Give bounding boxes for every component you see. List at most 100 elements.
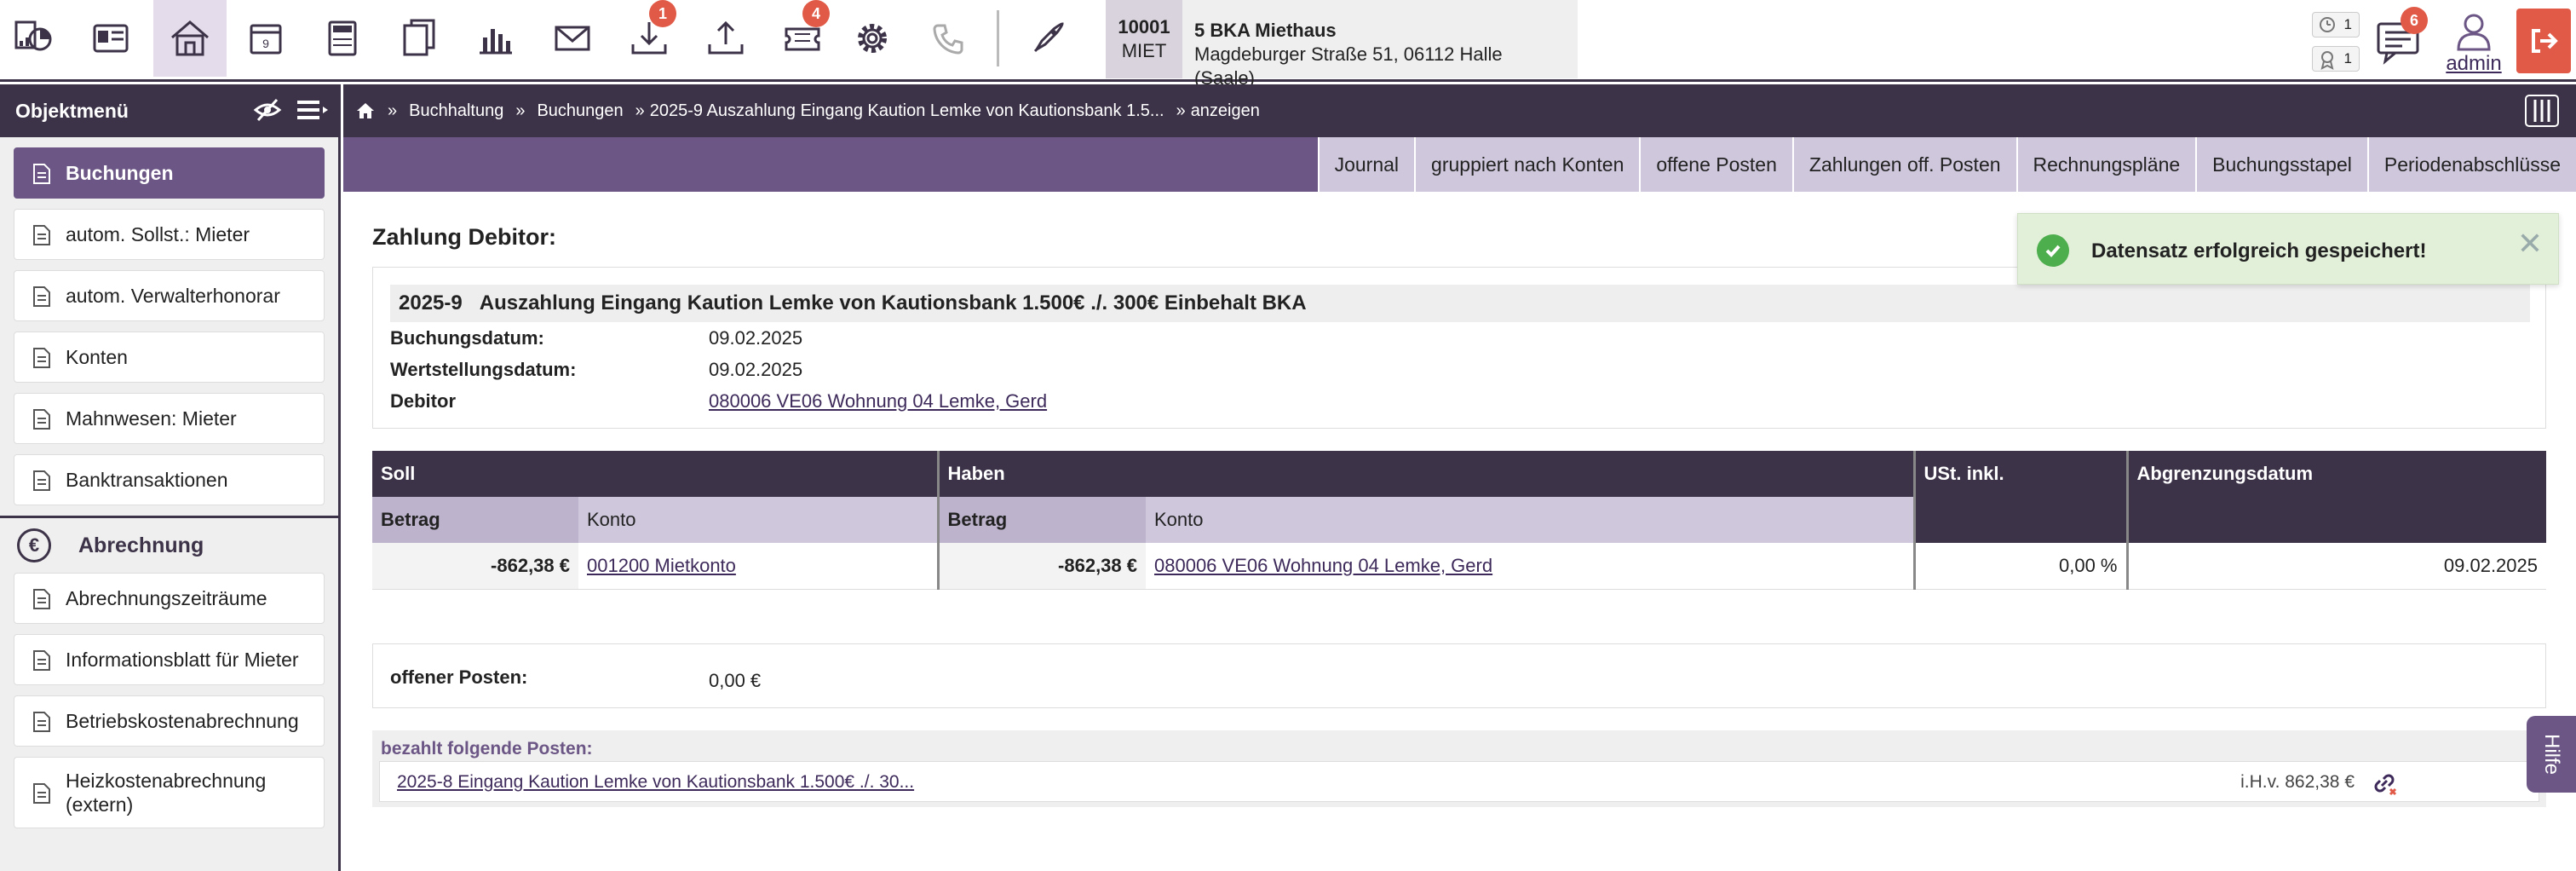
field-label: Buchungsdatum: bbox=[390, 327, 544, 349]
rocket-icon[interactable] bbox=[1014, 0, 1082, 77]
tab-rechnungsplaene[interactable]: Rechnungspläne bbox=[2015, 137, 2196, 192]
sidebar: Objektmenü Buchungen autom. Sollst.: Mie… bbox=[0, 84, 341, 871]
property-id-box[interactable]: 10001 MIET bbox=[1106, 0, 1182, 78]
mail-icon[interactable] bbox=[538, 0, 607, 77]
help-tab[interactable]: Hilfe bbox=[2527, 716, 2576, 793]
award-icon bbox=[2320, 51, 2334, 70]
tab-offene-posten[interactable]: offene Posten bbox=[1639, 137, 1792, 192]
tasks-count-1: 1 bbox=[2343, 16, 2352, 32]
sidebar-item-label: Abrechnungszeiträume bbox=[66, 586, 267, 609]
property-address: Magdeburger Straße 51, 06112 Halle (Saal… bbox=[1194, 43, 1503, 89]
tab-periodenabschluesse[interactable]: Periodenabschlüsse bbox=[2366, 137, 2576, 192]
sidebar-item-label: autom. Verwalterhonorar bbox=[66, 284, 280, 307]
sidebar-item-label: Mahnwesen: Mieter bbox=[66, 407, 237, 430]
calendar-day: 9 bbox=[262, 37, 269, 50]
ust-value: 0,00 % bbox=[1912, 543, 2127, 590]
tab-journal[interactable]: Journal bbox=[1317, 137, 1415, 192]
header-soll: Soll bbox=[372, 451, 938, 497]
field-value: 09.02.2025 bbox=[709, 359, 803, 380]
tab-buchungsstapel[interactable]: Buchungsstapel bbox=[2195, 137, 2367, 192]
success-toast: Datensatz erfolgreich gespeichert! ✕ bbox=[2017, 213, 2559, 285]
open-items-value: 0,00 € bbox=[709, 670, 762, 691]
document-icon bbox=[33, 225, 50, 245]
breadcrumb-item[interactable]: 2025-9 Auszahlung Eingang Kaution Lemke … bbox=[650, 101, 1164, 121]
property-name: 5 BKA Miethaus bbox=[1194, 20, 1337, 41]
header-haben-betrag: Betrag bbox=[936, 497, 1146, 543]
sidebar-item-konten[interactable]: Konten bbox=[14, 332, 325, 383]
paid-item-link[interactable]: 2025-8 Eingang Kaution Lemke von Kaution… bbox=[397, 772, 914, 793]
paid-items-heading: bezahlt folgende Posten: bbox=[381, 739, 593, 759]
sidebar-item-abrechnungszeitraeume[interactable]: Abrechnungszeiträume bbox=[14, 573, 325, 624]
field-label: Wertstellungsdatum: bbox=[390, 359, 577, 380]
sidebar-item-label: Buchungen bbox=[66, 161, 174, 184]
calculator-icon[interactable] bbox=[308, 0, 377, 77]
haben-betrag: -862,38 € bbox=[936, 543, 1146, 590]
sidebar-item-informationsblatt[interactable]: Informationsblatt für Mieter bbox=[14, 634, 325, 685]
sidebar-item-banktransaktionen[interactable]: Banktransaktionen bbox=[14, 454, 325, 505]
sidebar-item-label: Informationsblatt für Mieter bbox=[66, 648, 299, 671]
euro-icon: € bbox=[17, 528, 51, 562]
booking-table: Soll Haben USt. inkl. Abgrenzungsdatum B… bbox=[372, 451, 2546, 590]
main-content: Zahlung Debitor: 2025-9 Auszahlung Einga… bbox=[343, 192, 2576, 871]
help-label: Hilfe bbox=[2539, 733, 2563, 776]
tasks-counter-1[interactable]: 1 bbox=[2312, 12, 2360, 37]
sidebar-item-label: Betriebskostenabrechnung bbox=[66, 709, 299, 732]
sidebar-item-mahnwesen[interactable]: Mahnwesen: Mieter bbox=[14, 393, 325, 444]
booking-text: Auszahlung Eingang Kaution Lemke von Kau… bbox=[479, 291, 1307, 314]
property-info[interactable]: 5 BKA Miethaus Magdeburger Straße 51, 06… bbox=[1182, 0, 1578, 89]
calendar-icon[interactable]: 9 bbox=[232, 0, 300, 77]
haben-konto-cell: 080006 VE06 Wohnung 04 Lemke, Gerd bbox=[1146, 543, 1914, 590]
tasks-count-2: 1 bbox=[2343, 50, 2352, 66]
sidebar-item-label: Konten bbox=[66, 345, 128, 368]
sidebar-item-buchungen[interactable]: Buchungen bbox=[14, 147, 325, 199]
panel-toggle-icon[interactable] bbox=[2525, 95, 2559, 127]
soll-konto-link[interactable]: 001200 Mietkonto bbox=[587, 555, 736, 576]
download-tray-icon[interactable]: 1 bbox=[615, 0, 683, 77]
property-type: MIET bbox=[1121, 40, 1167, 61]
sidebar-item-autom-verwalterhonorar[interactable]: autom. Verwalterhonorar bbox=[14, 270, 325, 321]
field-label: Debitor bbox=[390, 390, 456, 412]
breadcrumb-sep: » bbox=[388, 101, 398, 120]
header-haben: Haben bbox=[936, 451, 1914, 497]
breadcrumb-sep: » bbox=[515, 101, 526, 120]
tab-gruppiert-nach-konten[interactable]: gruppiert nach Konten bbox=[1414, 137, 1640, 192]
breadcrumb-item[interactable]: Buchhaltung bbox=[409, 101, 503, 121]
sidebar-item-betriebskostenabrechnung[interactable]: Betriebskostenabrechnung bbox=[14, 695, 325, 747]
settings-gear-icon[interactable] bbox=[838, 0, 906, 77]
close-icon[interactable]: ✕ bbox=[2517, 226, 2543, 262]
breadcrumb-sep: » bbox=[1176, 101, 1186, 120]
document-icon bbox=[33, 470, 50, 491]
ticket-icon[interactable]: 4 bbox=[768, 0, 837, 77]
menu-toggle-icon[interactable] bbox=[296, 96, 330, 124]
check-icon bbox=[2037, 234, 2069, 267]
logout-button[interactable] bbox=[2516, 9, 2571, 73]
bar-chart-icon[interactable] bbox=[462, 0, 530, 77]
house-icon[interactable] bbox=[153, 0, 227, 77]
field-value: 09.02.2025 bbox=[709, 327, 803, 349]
upload-tray-icon[interactable] bbox=[692, 0, 760, 77]
soll-betrag: -862,38 € bbox=[372, 543, 578, 590]
user-name[interactable]: admin bbox=[2440, 52, 2508, 76]
paid-items-box: bezahlt folgende Posten: 2025-8 Eingang … bbox=[372, 730, 2546, 807]
booking-number: 2025-9 bbox=[399, 291, 463, 314]
contacts-card-icon[interactable] bbox=[77, 0, 145, 77]
sidebar-section-abrechnung[interactable]: € Abrechnung bbox=[0, 518, 338, 573]
breadcrumb-item[interactable]: Buchungen bbox=[537, 101, 623, 121]
debitor-link[interactable]: 080006 VE06 Wohnung 04 Lemke, Gerd bbox=[709, 390, 1047, 412]
unlink-icon[interactable] bbox=[2370, 769, 2399, 798]
dashboard-icon[interactable] bbox=[0, 0, 68, 77]
documents-icon[interactable] bbox=[385, 0, 453, 77]
home-icon[interactable] bbox=[355, 101, 376, 120]
sidebar-item-autom-sollst[interactable]: autom. Sollst.: Mieter bbox=[14, 209, 325, 260]
sidebar-item-label: autom. Sollst.: Mieter bbox=[66, 222, 250, 245]
ticket-badge: 4 bbox=[802, 0, 830, 27]
user-menu[interactable]: admin bbox=[2440, 12, 2508, 77]
tasks-counter-2[interactable]: 1 bbox=[2312, 46, 2360, 72]
haben-konto-link[interactable]: 080006 VE06 Wohnung 04 Lemke, Gerd bbox=[1154, 555, 1492, 576]
paid-item-amount: i.H.v. 862,38 € bbox=[2240, 772, 2355, 792]
phone-icon[interactable] bbox=[915, 0, 983, 77]
hide-eye-icon[interactable] bbox=[253, 96, 282, 124]
tab-zahlungen-off-posten[interactable]: Zahlungen off. Posten bbox=[1791, 137, 2016, 192]
sidebar-item-heizkostenabrechnung[interactable]: Heizkostenabrechnung (extern) bbox=[14, 757, 325, 828]
sidebar-title: Objektmenü bbox=[15, 99, 129, 122]
